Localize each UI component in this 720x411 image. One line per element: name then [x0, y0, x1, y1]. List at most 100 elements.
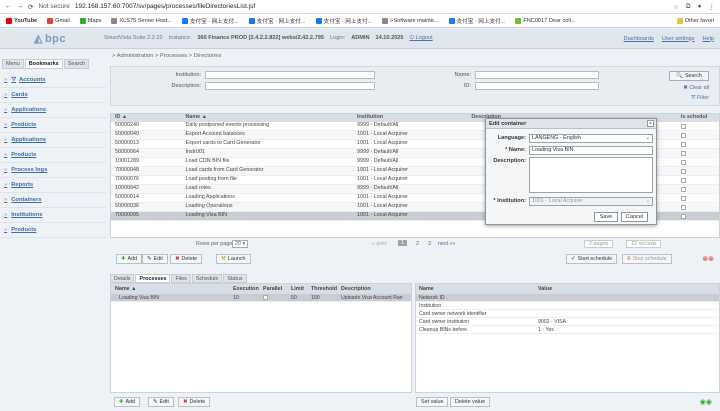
dialog-title: Edit container: [486, 119, 656, 129]
sidebar-tab-menu[interactable]: Menu: [2, 59, 24, 69]
id-input[interactable]: [475, 82, 599, 90]
sidebar-item-applications-2[interactable]: » Applications: [0, 133, 106, 148]
current-date: 14.10.2025: [375, 35, 404, 41]
name-input[interactable]: [475, 71, 599, 79]
is-scheduled-checkbox[interactable]: [680, 177, 686, 183]
table-row[interactable]: Cleanup BINs before 1 - Yes: [416, 326, 719, 334]
url-field[interactable]: 192.168.157.60:7007/sv/pages/processes/f…: [75, 3, 255, 10]
page-1[interactable]: 1: [398, 240, 407, 246]
is-scheduled-checkbox[interactable]: [680, 141, 686, 147]
start-schedule-button[interactable]: ✔ Start schedule: [566, 254, 617, 264]
add-button[interactable]: ✚ Add: [116, 254, 143, 264]
table-row[interactable]: Network ID: [416, 294, 719, 302]
bookmark-alipay-2[interactable]: 支付宝 · 网上支付...: [248, 17, 306, 25]
clear-all-link[interactable]: ✖ Clear all: [683, 85, 709, 91]
search-button[interactable]: 🔍 Search: [669, 71, 709, 81]
page-2[interactable]: 2: [416, 241, 419, 247]
institution-select[interactable]: 1001 - Local Acquirer ⌄: [529, 197, 653, 206]
sidebar-item-products[interactable]: » Products: [0, 118, 106, 133]
arrow-icon: »: [4, 212, 8, 218]
dashboards-link[interactable]: Dashboards: [624, 36, 654, 42]
prev-link[interactable]: « prev: [372, 241, 387, 247]
edit-button[interactable]: ✎ Edit: [142, 254, 168, 264]
description-input[interactable]: [205, 82, 375, 90]
tab-processes[interactable]: Processes: [135, 274, 171, 283]
sidebar-tab-bookmarks[interactable]: Bookmarks: [24, 59, 63, 69]
bookmark-alipay-1[interactable]: 支付宝 · 网上支付...: [181, 17, 239, 25]
extensions-icon[interactable]: ⧉: [686, 3, 691, 11]
sidebar-item-accounts[interactable]: » ⛛ Accounts: [0, 73, 106, 88]
clear-icon: ✖: [683, 85, 688, 91]
sidebar-item-process-logs[interactable]: » Process logs: [0, 163, 106, 178]
table-row[interactable]: Card owner network identifier: [416, 310, 719, 318]
star-icon[interactable]: ☆: [673, 3, 679, 11]
menu-icon[interactable]: ⋮: [709, 3, 716, 11]
table-row[interactable]: Loading Visa BIN 10 50 100 Uploade Visa …: [111, 294, 411, 302]
bookmark-fnc[interactable]: FNC0017 Dear coll...: [515, 17, 576, 24]
bookmark-youtube[interactable]: YouTube: [6, 17, 37, 24]
cancel-button[interactable]: Cancel: [621, 212, 648, 222]
is-scheduled-checkbox[interactable]: [680, 213, 686, 219]
close-icon[interactable]: ×: [647, 120, 654, 127]
reload-icon[interactable]: ⟳: [28, 3, 33, 11]
next-link[interactable]: next »»: [438, 241, 456, 247]
sidebar-item-products-3[interactable]: » Products: [0, 223, 106, 238]
page-3[interactable]: 3: [428, 241, 431, 247]
description-textarea[interactable]: [529, 157, 653, 193]
sidebar-tab-search[interactable]: Search: [63, 59, 90, 69]
is-scheduled-checkbox[interactable]: [680, 123, 686, 129]
process-edit-button[interactable]: ✎ Edit: [148, 397, 174, 407]
is-scheduled-checkbox[interactable]: [680, 132, 686, 138]
bookmark-alipay-4[interactable]: 支付宝 · 网上支付...: [448, 17, 505, 25]
delete-value-button[interactable]: Delete value: [450, 397, 490, 407]
tab-status[interactable]: Status: [223, 274, 247, 283]
table-row[interactable]: Card owner institution 9002 - VISA: [416, 318, 719, 326]
process-delete-button[interactable]: ✖ Delete: [178, 397, 211, 407]
process-add-button[interactable]: ✚ Add: [114, 397, 141, 407]
sidebar: Menu Bookmarks Search » ⛛ Accounts » Cards …: [0, 56, 106, 411]
sidebar-item-institutions[interactable]: » Institutions: [0, 208, 106, 223]
tab-details[interactable]: Details: [110, 274, 135, 283]
tab-files[interactable]: Files: [171, 274, 191, 283]
is-scheduled-checkbox[interactable]: [680, 168, 686, 174]
other-favorites[interactable]: Other favori: [676, 17, 714, 24]
is-scheduled-checkbox[interactable]: [680, 159, 686, 165]
bookmark-gmail[interactable]: Gmail: [47, 17, 70, 24]
filter-link[interactable]: ⛛ Filter: [691, 95, 709, 102]
arrow-icon: »: [4, 182, 8, 188]
bookmark-alipay-3[interactable]: 支付宝 · 网上支付...: [315, 17, 372, 25]
rows-per-page-select[interactable]: 20 ▾: [232, 240, 249, 248]
set-value-button[interactable]: Set value: [416, 397, 449, 407]
profile-icon[interactable]: ●: [698, 3, 702, 10]
sidebar-item-containers[interactable]: » Containers: [0, 193, 106, 208]
bookmark-maps[interactable]: Maps: [79, 17, 101, 24]
is-scheduled-checkbox[interactable]: [680, 150, 686, 156]
launch-button[interactable]: ⚒ Launch: [216, 254, 251, 264]
is-scheduled-checkbox[interactable]: [680, 186, 686, 192]
table-row[interactable]: Institution: [416, 302, 719, 310]
save-button[interactable]: Save: [594, 212, 618, 222]
bookmark-xls75[interactable]: XLS75 Server Host...: [111, 17, 172, 24]
back-icon[interactable]: ←: [5, 3, 12, 10]
is-scheduled-checkbox[interactable]: [680, 204, 686, 210]
sidebar-item-reports[interactable]: » Reports: [0, 178, 106, 193]
launch-icon: ⚒: [221, 256, 226, 262]
is-scheduled-checkbox[interactable]: [680, 195, 686, 201]
sidebar-item-applications[interactable]: » Applications: [0, 103, 106, 118]
logout-link[interactable]: ⏻ Logout: [410, 35, 433, 42]
institution-input[interactable]: [205, 71, 375, 79]
sidebar-item-products-2[interactable]: » Products: [0, 148, 106, 163]
user-settings-link[interactable]: User settings: [662, 36, 695, 42]
language-select[interactable]: LANGENG - English ⌄: [529, 134, 653, 143]
sidebar-item-cards[interactable]: » Cards: [0, 88, 106, 103]
pager: Rows per page 20 ▾ « prev 1 2 3 next »» …: [110, 240, 720, 249]
stop-schedule-button[interactable]: ⦸ Stop schedule: [622, 254, 672, 264]
tab-schedule[interactable]: Schedule: [191, 274, 223, 283]
bookmark-isoftware[interactable]: i-Software mainte...: [382, 17, 439, 24]
delete-button[interactable]: ✖ Delete: [170, 254, 203, 264]
help-link[interactable]: Help: [702, 36, 714, 42]
forward-icon[interactable]: →: [17, 3, 24, 10]
name-field[interactable]: Loading Visa BIN: [529, 146, 653, 155]
close-panel-icon[interactable]: ⊗⊗: [702, 255, 714, 263]
parallel-checkbox[interactable]: [263, 294, 268, 300]
